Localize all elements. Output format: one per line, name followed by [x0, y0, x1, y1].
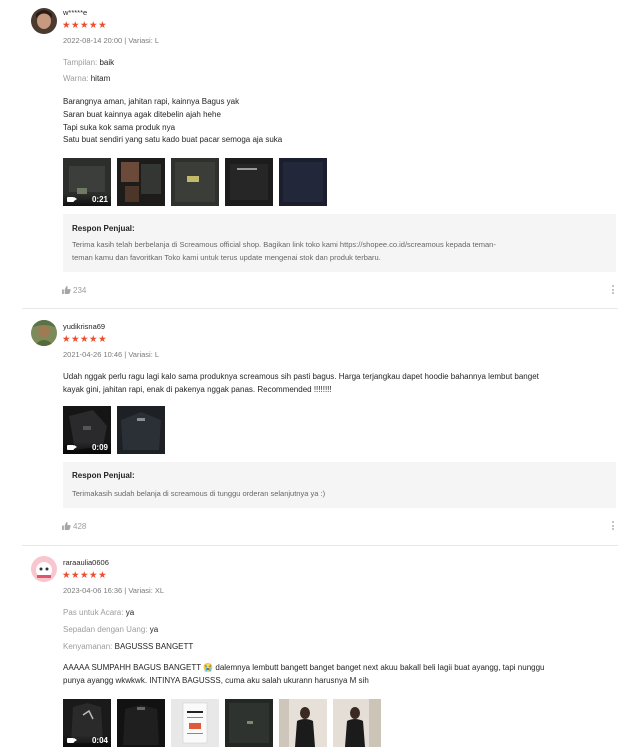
seller-response-line: Terimakasih sudah belanja di screamous d… — [72, 489, 326, 498]
like-button[interactable]: 234 — [62, 286, 86, 295]
review-video-thumbnail[interactable]: 0:04 — [63, 699, 111, 747]
review-text-line: Udah nggak perlu ragu lagi kalo sama pro… — [63, 372, 539, 381]
video-duration: 0:04 — [91, 736, 108, 745]
review-image-thumbnail[interactable] — [171, 699, 219, 747]
review-image-thumbnail[interactable] — [279, 158, 327, 206]
video-duration: 0:21 — [91, 195, 108, 204]
video-camera-icon — [67, 738, 77, 743]
attribute-value: BAGUSSS BANGETT — [114, 642, 194, 651]
attribute-value: hitam — [90, 74, 111, 83]
attribute-value: baik — [99, 58, 115, 67]
seller-response-title: Respon Penjual: — [72, 471, 135, 480]
seller-response: Respon Penjual: Terimakasih sudah belanj… — [63, 462, 616, 508]
review-attribute: Sepadan dengan Uang: ya — [63, 625, 158, 634]
reviewer-username[interactable]: w*****e — [63, 8, 87, 17]
review-attribute: Warna: hitam — [63, 74, 110, 83]
attribute-key: Warna: — [63, 74, 89, 83]
video-badge: 0:09 — [63, 442, 111, 454]
avatar[interactable] — [31, 556, 57, 582]
review-image-thumbnail[interactable] — [225, 158, 273, 206]
review-date-variation: 2021-04-26 10:46 | Variasi: L — [63, 350, 160, 359]
review-text-line: AAAAA SUMPAHH BAGUS BANGETT 😭 dalemnya l… — [63, 663, 545, 672]
review-text: Barangnya aman, jahitan rapi, kainnya Ba… — [63, 96, 618, 147]
reviewer-username[interactable]: raraaulia0606 — [63, 558, 109, 567]
review-item: w*****e ★★★★★ 2022-08-14 20:00 | Variasi… — [0, 0, 624, 308]
seller-response-text: Terimakasih sudah belanja di screamous d… — [72, 488, 607, 501]
seller-response-title: Respon Penjual: — [72, 224, 135, 233]
attribute-key: Sepadan dengan Uang: — [63, 625, 148, 634]
review-image-thumbnail[interactable] — [117, 699, 165, 747]
attribute-value: ya — [149, 625, 159, 634]
review-text-line: punya ayangg wkwkwk. INTINYA BAGUSSS, cu… — [63, 675, 369, 685]
review-text-line: Satu buat sendiri yang satu kado buat pa… — [63, 135, 283, 145]
review-item: yudikrisna69 ★★★★★ 2021-04-26 10:46 | Va… — [0, 309, 624, 545]
review-item: raraaulia0606 ★★★★★ 2023-04-06 16:36 | V… — [0, 546, 624, 753]
avatar[interactable] — [31, 8, 57, 34]
review-text-line: Barangnya aman, jahitan rapi, kainnya Ba… — [63, 97, 240, 106]
review-image-thumbnail[interactable] — [171, 158, 219, 206]
review-date-variation: 2022-08-14 20:00 | Variasi: L — [63, 36, 160, 45]
video-badge: 0:21 — [63, 194, 111, 206]
video-duration: 0:09 — [91, 443, 108, 452]
review-image-thumbnail[interactable] — [279, 699, 327, 747]
like-count: 234 — [73, 286, 87, 295]
review-image-thumbnail[interactable] — [117, 406, 165, 454]
reviewer-username[interactable]: yudikrisna69 — [63, 322, 105, 331]
seller-response-line: teman kamu dan favoritkan Toko kami untu… — [72, 252, 381, 262]
review-image-thumbnail[interactable] — [225, 699, 273, 747]
review-date-variation: 2023-04-06 16:36 | Variasi: XL — [63, 586, 165, 595]
thumbs-up-icon — [62, 286, 71, 294]
more-options-icon[interactable] — [612, 285, 615, 296]
seller-response-line: Terima kasih telah berbelanja di Screamo… — [72, 240, 496, 249]
video-camera-icon — [67, 197, 77, 202]
more-options-icon[interactable] — [612, 521, 615, 532]
review-image-thumbnail[interactable] — [117, 158, 165, 206]
review-text-line: Saran buat kainnya agak ditebelin ajah h… — [63, 109, 221, 119]
review-video-thumbnail[interactable]: 0:21 — [63, 158, 111, 206]
review-attribute: Pas untuk Acara: ya — [63, 608, 134, 617]
rating-stars: ★★★★★ — [62, 570, 108, 581]
attribute-key: Pas untuk Acara: — [63, 608, 124, 617]
attribute-key: Tampilan: — [63, 58, 98, 67]
review-image-thumbnail[interactable] — [333, 699, 381, 747]
review-video-thumbnail[interactable]: 0:09 — [63, 406, 111, 454]
thumbs-up-icon — [62, 522, 71, 530]
review-text: AAAAA SUMPAHH BAGUS BANGETT 😭 dalemnya l… — [63, 662, 618, 688]
review-text: Udah nggak perlu ragu lagi kalo sama pro… — [63, 371, 618, 397]
seller-response: Respon Penjual: Terima kasih telah berbe… — [63, 214, 616, 272]
rating-stars: ★★★★★ — [62, 20, 108, 31]
rating-stars: ★★★★★ — [62, 334, 108, 345]
review-attribute: Kenyamanan: BAGUSSS BANGETT — [63, 642, 193, 651]
video-camera-icon — [67, 445, 77, 450]
like-count: 428 — [73, 522, 87, 531]
video-badge: 0:04 — [63, 735, 111, 747]
review-text-line: Tapi suka kok sama produk nya — [63, 122, 176, 132]
review-text-line: kayak gini, jahitan rapi, enak di pakeny… — [63, 384, 332, 394]
attribute-key: Kenyamanan: — [63, 642, 113, 651]
like-button[interactable]: 428 — [62, 522, 86, 531]
attribute-value: ya — [125, 608, 135, 617]
avatar[interactable] — [31, 320, 57, 346]
review-attribute: Tampilan: baik — [63, 58, 114, 67]
seller-response-text: Terima kasih telah berbelanja di Screamo… — [72, 239, 607, 264]
